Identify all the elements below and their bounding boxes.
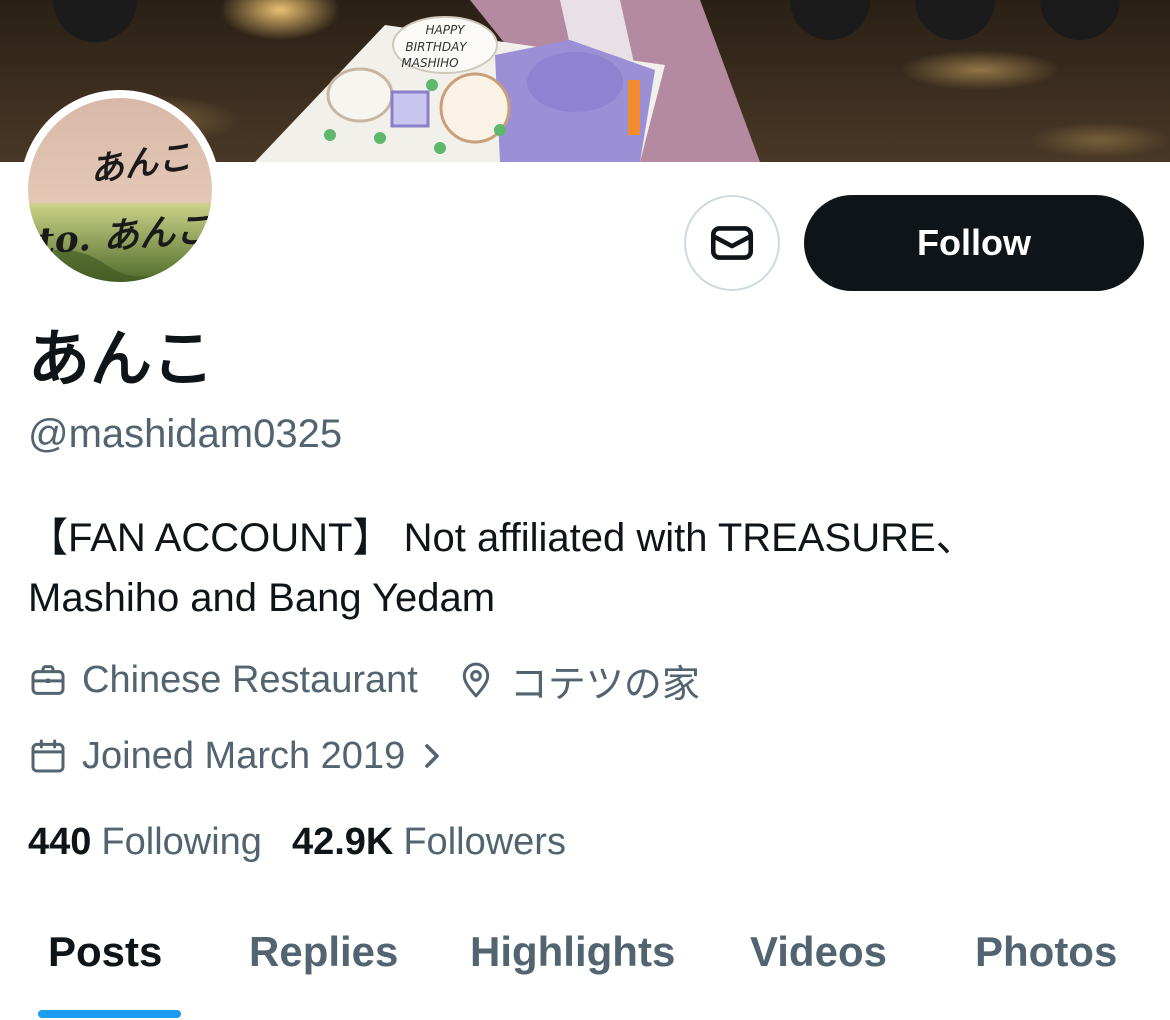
profession-label: Chinese Restaurant: [82, 658, 418, 701]
profile-meta-row: Chinese Restaurant コテツの家: [28, 654, 700, 706]
following-stat[interactable]: 440 Following: [28, 821, 262, 864]
bio-line-2: Mashiho and Bang Yedam: [28, 576, 496, 620]
message-button[interactable]: [684, 195, 780, 291]
user-handle: @mashidam0325: [28, 412, 343, 456]
joined-row[interactable]: Joined March 2019: [28, 730, 445, 782]
location-item: コテツの家: [456, 653, 700, 708]
followers-label: Followers: [403, 820, 566, 863]
location-pin-icon: [456, 660, 496, 700]
profession-item: Chinese Restaurant: [28, 659, 418, 702]
location-label: コテツの家: [509, 663, 700, 706]
display-name: あんこ: [28, 325, 215, 394]
cake-text-line3: MASHIHO: [401, 56, 458, 70]
joined-label: Joined March 2019: [82, 734, 406, 777]
joined-item[interactable]: Joined March 2019: [28, 735, 445, 778]
followers-count: 42.9K: [291, 820, 394, 863]
follow-button-label: Follow: [917, 222, 1031, 263]
following-label: Following: [101, 820, 262, 863]
cake-text-line2: BIRTHDAY: [405, 40, 468, 54]
followers-stat[interactable]: 42.9K Followers: [292, 821, 566, 864]
briefcase-icon: [28, 660, 68, 700]
avatar[interactable]: あんこ to. あんこ: [20, 90, 220, 290]
bio-line-1: 【FAN ACCOUNT】 Not affiliated with TREASU…: [28, 516, 976, 560]
cake-text-line1: HAPPY: [425, 23, 466, 37]
calendar-icon: [28, 736, 68, 776]
chevron-right-icon: [419, 736, 445, 776]
bio: 【FAN ACCOUNT】 Not affiliated with TREASU…: [28, 508, 1138, 628]
avatar-image: あんこ to. あんこ: [28, 98, 212, 282]
follow-stats: 440 Following 42.9K Followers: [28, 816, 566, 868]
active-tab-indicator: [38, 1010, 181, 1018]
tab-replies[interactable]: Replies: [249, 928, 398, 976]
profile-tabs: Posts Replies Highlights Videos Photos: [0, 906, 1170, 1020]
tab-photos[interactable]: Photos: [975, 928, 1117, 976]
tab-posts[interactable]: Posts: [48, 928, 162, 976]
tab-videos[interactable]: Videos: [750, 928, 887, 976]
envelope-icon: [707, 218, 757, 268]
following-count: 440: [28, 820, 92, 863]
tab-highlights[interactable]: Highlights: [470, 928, 675, 976]
follow-button[interactable]: Follow: [804, 195, 1144, 291]
